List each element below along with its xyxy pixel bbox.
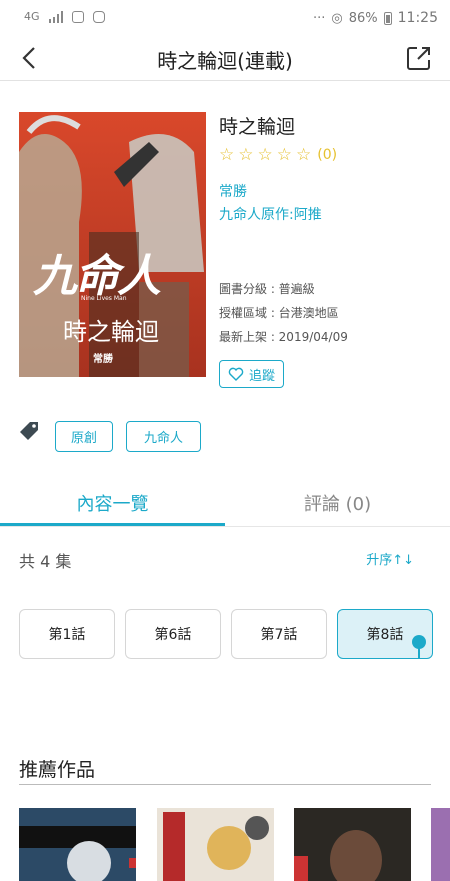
star-rating[interactable]: ☆ ☆ ☆ ☆ ☆ (0) [219,145,337,165]
original-work-link[interactable]: 九命人原作:阿推 [219,204,322,224]
episode-button-1[interactable]: 第1話 [19,609,115,659]
tag-nine-lives-man[interactable]: 九命人 [126,421,201,452]
thumbnail-art [294,808,411,881]
book-cover-image: 九命人 Nine Lives Man 時之輪迴 常勝 [19,112,206,377]
star-icon: ☆ [257,145,273,165]
pin-stem [418,648,420,659]
page-title: 時之輪迴(連載) [157,49,293,73]
book-grade: 圖書分級 : 普遍級 [219,282,315,296]
clock: 11:25 [397,10,438,26]
cover-author: 常勝 [93,354,113,365]
tab-reviews[interactable]: 評論 (0) [225,490,450,516]
rating-count: (0) [317,147,338,163]
tag-original[interactable]: 原創 [55,421,113,452]
recommended-book-2[interactable] [157,808,274,881]
sync-icon: ◎ [331,10,343,26]
follow-label: 追蹤 [249,368,276,384]
share-icon[interactable] [406,45,432,71]
episode-button-7[interactable]: 第7話 [231,609,327,659]
tab-divider [0,526,450,527]
battery-icon [383,11,392,25]
cover-title: 時之輪迴 [63,318,159,346]
episode-button-6[interactable]: 第6話 [125,609,221,659]
thumbnail-art [19,808,136,881]
recommend-heading: 推薦作品 [19,759,96,781]
signal-icon [48,10,63,23]
cover-subtitle: Nine Lives Man [81,295,127,302]
back-arrow-icon[interactable] [16,44,44,72]
author-link[interactable]: 常勝 [219,181,247,201]
book-title: 時之輪迴 [219,116,296,138]
app-header: 時之輪迴(連載) [0,36,450,81]
recommended-book-1[interactable] [19,808,136,881]
star-icon: ☆ [238,145,254,165]
sort-toggle[interactable]: 升序↑↓ [366,549,414,568]
recommended-book-3[interactable] [294,808,411,881]
tab-contents[interactable]: 內容一覽 [0,490,225,516]
star-icon: ☆ [276,145,292,165]
episode-total: 共 4 集 [19,552,72,571]
instagram-icon [92,10,105,23]
recommend-divider [19,784,431,785]
more-notifications: ··· [312,10,326,26]
status-bar: 4G ··· ◎ 86% 11:25 [0,0,450,36]
star-icon: ☆ [296,145,312,165]
tag-icon [20,422,38,440]
location-pin-icon [412,635,426,649]
active-tab-indicator [0,523,225,526]
license-region: 授權區域 : 台港澳地區 [219,306,339,320]
gallery-icon [71,10,84,23]
battery-level: 86% [348,10,378,26]
recommended-book-4[interactable] [431,808,450,881]
follow-button[interactable]: 追蹤 [219,360,285,388]
network-indicator: 4G [24,10,40,23]
heart-icon [228,367,244,381]
thumbnail-art [157,808,274,881]
star-icon: ☆ [219,145,235,165]
latest-release: 最新上架 : 2019/04/09 [219,330,348,344]
